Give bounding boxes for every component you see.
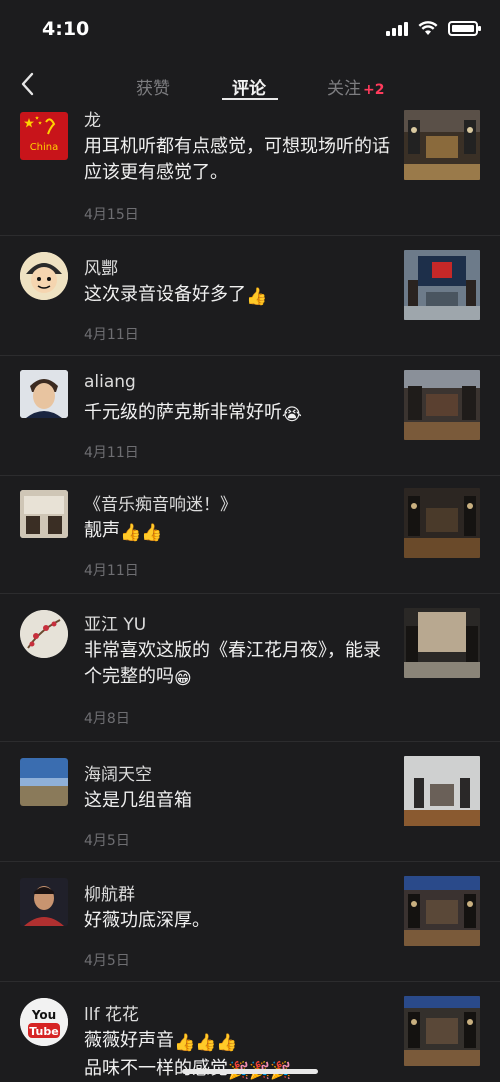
thumbs-up-icon: 👍👍👍 xyxy=(174,1033,238,1053)
list-item[interactable]: 海阔天空 这是几组音箱 4月5日 xyxy=(0,742,500,862)
post-thumbnail[interactable] xyxy=(404,370,480,440)
nav-bar: 获赞 评论 关注 +2 xyxy=(0,60,500,108)
avatar xyxy=(20,490,68,538)
username[interactable]: 龙 xyxy=(84,108,101,131)
post-thumbnail[interactable] xyxy=(404,876,480,946)
comment-text: 这次录音设备好多了👍 xyxy=(84,282,394,310)
follow-count-badge: +2 xyxy=(363,82,385,98)
tab-bar: 获赞 评论 关注 +2 xyxy=(0,60,500,108)
comment-text: 好薇功底深厚。 xyxy=(84,910,210,931)
laugh-cry-icon: 😭 xyxy=(282,405,302,425)
comment-text: 靓声👍👍 xyxy=(84,518,394,546)
list-item[interactable]: 柳航群 好薇功底深厚。 4月5日 xyxy=(0,862,500,982)
grin-icon: 😁 xyxy=(174,669,192,689)
post-thumbnail[interactable] xyxy=(404,608,480,678)
comment-date: 4月15日 xyxy=(84,207,139,223)
username[interactable]: 风酆 xyxy=(84,254,118,279)
comment-date: 4月11日 xyxy=(84,445,139,461)
post-thumbnail[interactable] xyxy=(404,488,480,558)
comment-date: 4月11日 xyxy=(84,327,139,343)
list-item[interactable]: China 龙 用耳机听都有点感觉，可想现场听的话应该更有感觉了。 4月15日 xyxy=(0,108,500,236)
username[interactable]: 海阔天空 xyxy=(84,760,152,785)
comment-body: 千元级的萨克斯非常好听 xyxy=(84,402,282,423)
signal-icon xyxy=(386,20,408,36)
comment-text: 用耳机听都有点感觉，可想现场听的话应该更有感觉了。 xyxy=(84,136,390,183)
comment-body: 非常喜欢这版的《春江花月夜》，能录个完整的吗 xyxy=(84,640,381,687)
username[interactable]: 《音乐痴音响迷！》 xyxy=(84,490,237,515)
comment-body: 薇薇好声音 xyxy=(84,1030,174,1051)
list-item[interactable]: You Tube llf 花花 薇薇好声音👍👍👍 品味不一样的感觉🎉🎉🎉 xyxy=(0,982,500,1082)
post-thumbnail[interactable] xyxy=(404,996,480,1066)
username[interactable]: aliang xyxy=(84,372,136,392)
comment-text: 千元级的萨克斯非常好听😭 xyxy=(84,400,394,428)
tab-follows[interactable]: 关注 +2 xyxy=(327,74,384,99)
tab-comments[interactable]: 评论 xyxy=(232,74,266,99)
comment-date: 4月8日 xyxy=(84,711,130,727)
tab-likes[interactable]: 获赞 xyxy=(136,74,170,99)
active-tab-indicator xyxy=(222,98,278,100)
avatar xyxy=(20,252,68,300)
avatar xyxy=(20,610,68,658)
avatar: China xyxy=(20,112,68,160)
thumbs-up-icon: 👍 xyxy=(246,287,268,307)
post-thumbnail[interactable] xyxy=(404,756,480,826)
post-thumbnail[interactable] xyxy=(404,250,480,320)
list-item[interactable]: aliang 千元级的萨克斯非常好听😭 4月11日 xyxy=(0,356,500,476)
wifi-icon xyxy=(418,20,438,35)
status-time: 4:10 xyxy=(42,18,90,40)
list-item[interactable]: 风酆 这次录音设备好多了👍 4月11日 xyxy=(0,236,500,356)
username[interactable]: 亚江 YU xyxy=(84,610,146,635)
comment-body: 靓声 xyxy=(84,520,120,541)
avatar xyxy=(20,878,68,926)
avatar xyxy=(20,758,68,806)
username[interactable]: 柳航群 xyxy=(84,880,135,905)
avatar-label: Tube xyxy=(29,1025,58,1038)
avatar-label: China xyxy=(30,142,59,153)
battery-icon xyxy=(448,20,481,36)
comment-date: 4月5日 xyxy=(84,953,130,969)
comment-text: 这是几组音箱 xyxy=(84,790,192,811)
status-bar: 4:10 xyxy=(0,0,500,60)
status-icons xyxy=(386,20,481,36)
post-thumbnail[interactable] xyxy=(404,110,480,180)
avatar-label: You xyxy=(31,1008,56,1022)
username[interactable]: llf 花花 xyxy=(84,1000,139,1025)
comment-date: 4月11日 xyxy=(84,563,139,579)
home-indicator xyxy=(182,1069,318,1074)
avatar xyxy=(20,370,68,418)
list-item[interactable]: 《音乐痴音响迷！》 靓声👍👍 4月11日 xyxy=(0,476,500,594)
avatar: You Tube xyxy=(20,998,68,1046)
comment-date: 4月5日 xyxy=(84,833,130,849)
list-item[interactable]: 亚江 YU 非常喜欢这版的《春江花月夜》，能录个完整的吗😁 4月8日 xyxy=(0,594,500,742)
tab-follows-label: 关注 xyxy=(327,79,361,99)
comment-list: China 龙 用耳机听都有点感觉，可想现场听的话应该更有感觉了。 4月15日 xyxy=(0,108,500,1082)
comment-text: 非常喜欢这版的《春江花月夜》，能录个完整的吗😁 xyxy=(84,638,394,692)
comment-body: 这次录音设备好多了 xyxy=(84,284,246,305)
thumbs-up-icon: 👍👍 xyxy=(120,523,163,543)
